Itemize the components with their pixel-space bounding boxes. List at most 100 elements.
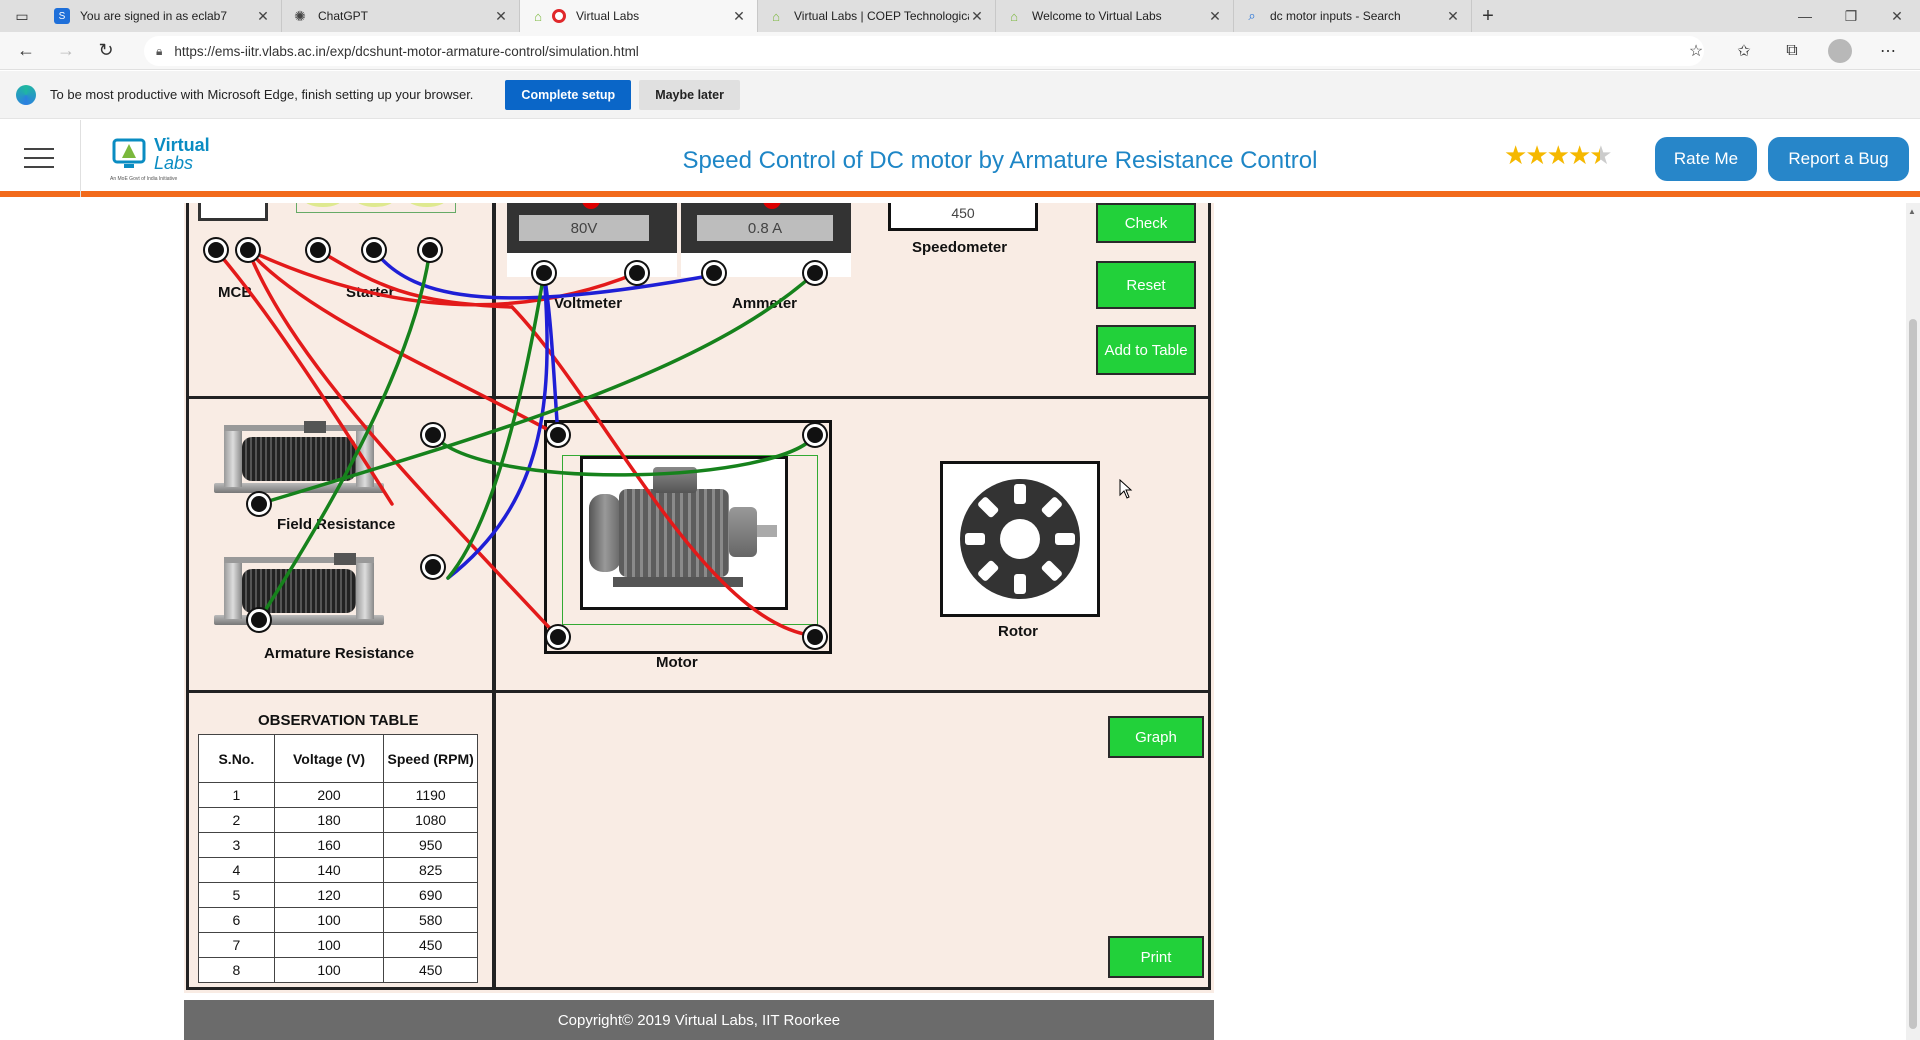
virtual-labs-logo[interactable]: Virtual Labs An MoE Govt of India Initia… (110, 132, 210, 184)
report-bug-button[interactable]: Report a Bug (1768, 137, 1909, 181)
forward-icon[interactable]: → (46, 32, 86, 70)
refresh-icon[interactable]: ↻ (86, 32, 126, 70)
red-wire (214, 248, 394, 506)
tab-title: You are signed in as eclab7 (80, 9, 227, 23)
table-cell: 580 (383, 907, 478, 933)
motor-terminal[interactable] (547, 424, 569, 446)
vlabs-icon: ⌂ (1010, 8, 1018, 24)
url-field[interactable]: 🔒︎ https://ems-iitr.vlabs.ac.in/exp/dcsh… (144, 36, 1704, 66)
armature-resistance-terminal[interactable] (248, 609, 270, 631)
mouse-cursor-icon (1119, 479, 1133, 499)
field-resistance-terminal[interactable] (248, 493, 270, 515)
window-close-icon[interactable]: ✕ (1874, 0, 1920, 32)
logo-tagline: An MoE Govt of India Initiative (110, 176, 178, 182)
observation-table-title: OBSERVATION TABLE (258, 712, 419, 729)
lock-icon[interactable]: 🔒︎ (156, 44, 162, 59)
table-row: 3 160 950 (198, 832, 478, 858)
table-cell: 1190 (383, 782, 478, 808)
minimize-icon[interactable]: — (1782, 0, 1828, 32)
ammeter-terminal[interactable] (804, 262, 826, 284)
field-resistance-terminal[interactable] (422, 424, 444, 446)
logo-text: Labs (154, 153, 194, 173)
voltmeter-terminal[interactable] (626, 262, 648, 284)
close-icon[interactable]: ✕ (1445, 8, 1461, 25)
close-icon[interactable]: ✕ (969, 8, 985, 25)
table-cell: 180 (273, 807, 385, 833)
table-cell: 5 (198, 882, 275, 908)
scroll-up-icon[interactable]: ▲ (1908, 207, 1916, 216)
logo-monitor-icon (112, 138, 146, 168)
page-title: Speed Control of DC motor by Armature Re… (682, 147, 1318, 174)
blue-wire (446, 271, 549, 580)
starter-terminal[interactable] (363, 239, 385, 261)
motor-terminal[interactable] (547, 626, 569, 648)
tab-title: ChatGPT (318, 9, 369, 23)
more-icon[interactable]: ⋯ (1866, 32, 1910, 70)
vlabs-icon: ⌂ (772, 8, 780, 24)
table-cell: 6 (198, 907, 275, 933)
browser-tab[interactable]: ✺ ChatGPT ✕ (282, 0, 520, 32)
tab-actions-icon[interactable]: ▭ (0, 0, 44, 32)
restore-icon[interactable]: ❐ (1828, 0, 1874, 32)
close-icon[interactable]: ✕ (255, 8, 271, 25)
armature-resistance-terminal[interactable] (422, 556, 444, 578)
motor-terminal[interactable] (804, 424, 826, 446)
table-cell: 450 (383, 932, 478, 958)
browser-tab[interactable]: ⌂ Welcome to Virtual Labs ✕ (996, 0, 1234, 32)
star-icon: ★ (1567, 140, 1591, 170)
column-header: Voltage (V) (273, 734, 385, 783)
star-icon: ★ (1504, 140, 1527, 170)
edge-setup-bar: To be most productive with Microsoft Edg… (0, 71, 1920, 119)
favorites-icon[interactable]: ✩ (1722, 32, 1766, 70)
starter-terminal[interactable] (307, 239, 329, 261)
red-wire (246, 248, 560, 437)
table-row: 6 100 580 (198, 907, 478, 933)
scrollbar-thumb[interactable] (1909, 319, 1917, 1029)
star-icon: ★ (1525, 140, 1548, 170)
close-icon[interactable]: ✕ (493, 8, 509, 25)
rate-me-button[interactable]: Rate Me (1655, 137, 1757, 181)
motor-terminal[interactable] (804, 626, 826, 648)
simulation-area: 80V 0.8 A 450 Speedometer Check Reset Ad… (184, 203, 1214, 993)
logo-text: Virtual (154, 135, 210, 155)
browser-tab[interactable]: S You are signed in as eclab7 ✕ (44, 0, 282, 32)
new-tab-icon[interactable]: + (1472, 0, 1504, 32)
starter-terminal[interactable] (419, 239, 441, 261)
graph-button[interactable]: Graph (1108, 716, 1204, 758)
close-icon[interactable]: ✕ (1207, 8, 1223, 25)
table-row: 1 200 1190 (198, 782, 478, 808)
table-cell: 140 (273, 857, 385, 883)
profile-icon[interactable] (1818, 32, 1862, 70)
mcb-terminal[interactable] (237, 239, 259, 261)
maybe-later-button[interactable]: Maybe later (639, 79, 740, 110)
print-button[interactable]: Print (1108, 936, 1204, 978)
page-scrollbar[interactable]: ▲ (1906, 203, 1920, 1040)
collections-icon[interactable]: ⧉ (1770, 32, 1814, 70)
table-cell: 690 (383, 882, 478, 908)
star-icon: ★ (1546, 140, 1570, 170)
tab-title: Welcome to Virtual Labs (1032, 9, 1162, 23)
close-icon[interactable]: ✕ (731, 8, 747, 25)
s-icon: S (54, 8, 70, 24)
mcb-terminal[interactable] (205, 239, 227, 261)
table-cell: 950 (383, 832, 478, 858)
voltmeter-terminal[interactable] (533, 262, 555, 284)
add-favorite-icon[interactable]: ☆ (1674, 32, 1718, 70)
address-bar: ← → ↻ 🔒︎ https://ems-iitr.vlabs.ac.in/ex… (0, 32, 1920, 70)
table-cell: 100 (273, 907, 385, 933)
ammeter-terminal[interactable] (703, 262, 725, 284)
vlabs-icon: ⌂ (534, 8, 542, 24)
browser-tab[interactable]: ⌕ dc motor inputs - Search ✕ (1234, 0, 1472, 32)
browser-tab[interactable]: ⌂ Virtual Labs | COEP Technologica ✕ (758, 0, 996, 32)
back-icon[interactable]: ← (6, 32, 46, 70)
record-icon (552, 9, 566, 23)
tab-strip: ▭ S You are signed in as eclab7 ✕ ✺ Chat… (0, 0, 1920, 32)
table-cell: 2 (198, 807, 275, 833)
page-footer: Copyright© 2019 Virtual Labs, IIT Roorke… (184, 1000, 1214, 1040)
table-row: 2 180 1080 (198, 807, 478, 833)
complete-setup-button[interactable]: Complete setup (505, 79, 632, 110)
tab-title: Virtual Labs | COEP Technologica (794, 9, 969, 23)
menu-icon[interactable] (24, 148, 54, 175)
table-cell: 160 (273, 832, 385, 858)
browser-tab-active[interactable]: ⌂ Virtual Labs ✕ (520, 0, 758, 32)
